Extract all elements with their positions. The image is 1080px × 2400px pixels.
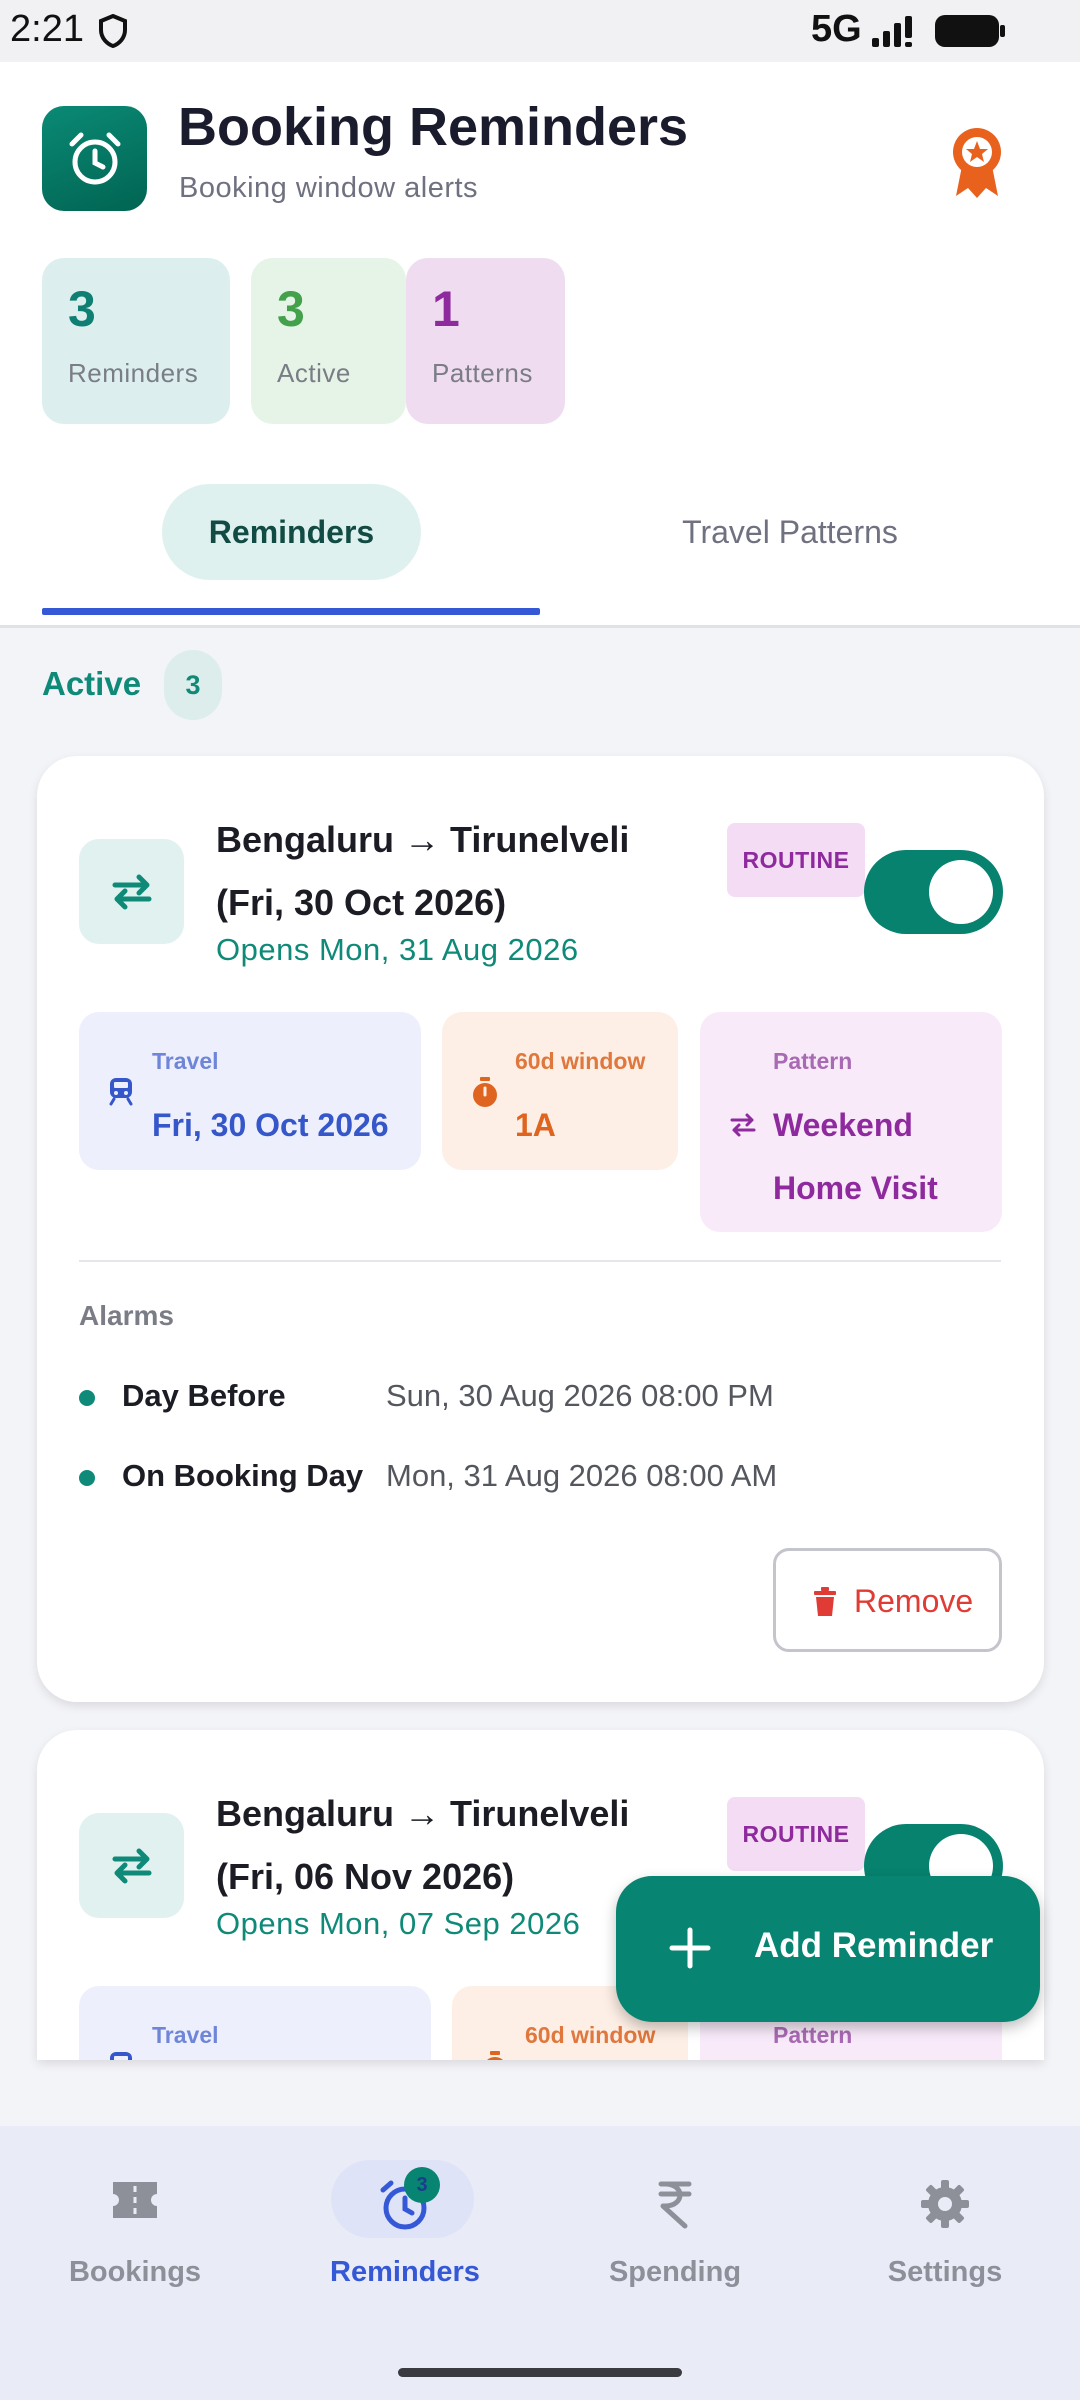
train-icon (109, 1078, 133, 1106)
nav-reminders[interactable]: Reminders (270, 2126, 540, 2326)
status-bar: 2:21 5G (0, 0, 1080, 62)
gear-icon (921, 2180, 969, 2228)
train-icon (110, 2052, 132, 2060)
app-logo (42, 106, 147, 211)
stat-active: 3 Active (251, 258, 406, 424)
reminder-card[interactable]: Bengaluru → Tirunelveli (Fri, 30 Oct 202… (37, 756, 1044, 1702)
travel-label: Travel (152, 2022, 219, 2048)
nav-label: Reminders (330, 2256, 480, 2288)
travel-chip: Travel (79, 1986, 431, 2060)
stat-reminders: 3 Reminders (42, 258, 230, 424)
alarm-time: Sun, 30 Aug 2026 08:00 PM (386, 1378, 774, 1413)
route-title: Bengaluru → Tirunelveli (Fri, 30 Oct 202… (216, 819, 630, 923)
network-type: 5G (811, 8, 862, 50)
pattern-name: Weekend Home Visit (773, 1107, 938, 1206)
travel-chip: Travel Fri, 30 Oct 2026 (79, 1012, 421, 1170)
stat-value: 3 (277, 281, 305, 337)
route-icon-box (79, 839, 184, 944)
route-icon-box (79, 1813, 184, 1918)
nav-label: Bookings (68, 2256, 202, 2288)
stat-patterns: 1 Patterns (406, 258, 565, 424)
window-chip: 60d window 1A (442, 1012, 678, 1170)
alarm-name: Day Before (122, 1378, 286, 1413)
reminder-toggle[interactable] (864, 850, 1003, 934)
divider (0, 625, 1080, 628)
plus-icon (669, 1927, 711, 1969)
shield-icon (99, 14, 127, 48)
alarm-name: On Booking Day (122, 1458, 364, 1493)
rupee-icon (658, 2181, 692, 2229)
opens-date: Opens Mon, 31 Aug 2026 (216, 932, 579, 967)
bullet-dot (79, 1470, 95, 1486)
award-icon[interactable] (948, 126, 1006, 200)
status-time: 2:21 (10, 8, 84, 50)
routine-badge: ROUTINE (727, 823, 865, 897)
repeat-icon (112, 874, 152, 910)
notification-badge: 3 (404, 2167, 440, 2203)
home-indicator[interactable] (398, 2368, 682, 2377)
battery-icon (935, 15, 1005, 47)
tab-indicator (42, 608, 540, 615)
stat-label: Active (277, 358, 351, 388)
nav-label: Spending (608, 2256, 742, 2288)
travel-label: Travel (152, 1048, 219, 1074)
nav-spending[interactable]: Spending (540, 2126, 810, 2326)
nav-settings[interactable]: Settings (810, 2126, 1080, 2326)
repeat-icon (730, 1113, 756, 1137)
tab-travel-patterns[interactable]: Travel Patterns (620, 484, 960, 580)
pattern-label: Pattern (773, 1048, 853, 1074)
travel-date: Fri, 30 Oct 2026 (152, 1107, 389, 1143)
routine-badge: ROUTINE (727, 1797, 865, 1871)
add-reminder-button[interactable]: Add Reminder (616, 1876, 1040, 2022)
bullet-dot (79, 1390, 95, 1406)
bottom-navigation: Bookings Reminders 3 Spending Settings (0, 2126, 1080, 2400)
stat-value: 3 (68, 281, 96, 337)
nav-bookings[interactable]: Bookings (0, 2126, 270, 2326)
class-value: 1A (515, 1107, 556, 1143)
pattern-label: Pattern (773, 2022, 853, 2048)
timer-icon (473, 1077, 497, 1107)
remove-button[interactable]: Remove (773, 1548, 1002, 1652)
section-count-badge: 3 (164, 650, 222, 720)
page-subtitle: Booking window alerts (179, 172, 479, 204)
tab-reminders[interactable]: Reminders (162, 484, 421, 580)
window-label: 60d window (515, 1048, 646, 1074)
alarms-heading: Alarms (79, 1300, 174, 1331)
nav-label: Settings (887, 2256, 1003, 2288)
trash-icon (814, 1587, 836, 1616)
pattern-chip: Pattern Weekend Home Visit (700, 1012, 1002, 1232)
alarm-clock-icon (69, 132, 121, 185)
section-title-active: Active (42, 665, 142, 702)
toggle-knob (929, 860, 993, 924)
window-label: 60d window (525, 2022, 656, 2048)
opens-date: Opens Mon, 07 Sep 2026 (216, 1906, 581, 1941)
header: Booking Reminders Booking window alerts … (0, 62, 1080, 628)
ticket-icon (113, 2182, 157, 2218)
timer-icon (487, 2051, 503, 2060)
page-title: Booking Reminders (178, 97, 689, 157)
stat-label: Reminders (68, 358, 199, 388)
remove-label: Remove (854, 1583, 974, 1619)
add-reminder-label: Add Reminder (754, 1926, 994, 1965)
stat-value: 1 (432, 281, 460, 337)
alarm-time: Mon, 31 Aug 2026 08:00 AM (386, 1458, 778, 1493)
tab-label: Reminders (208, 514, 375, 550)
repeat-icon (112, 1848, 152, 1884)
route-title: Bengaluru → Tirunelveli (Fri, 06 Nov 202… (216, 1793, 630, 1897)
signal-icon (872, 16, 912, 47)
divider (79, 1260, 1001, 1262)
stat-label: Patterns (432, 358, 533, 388)
